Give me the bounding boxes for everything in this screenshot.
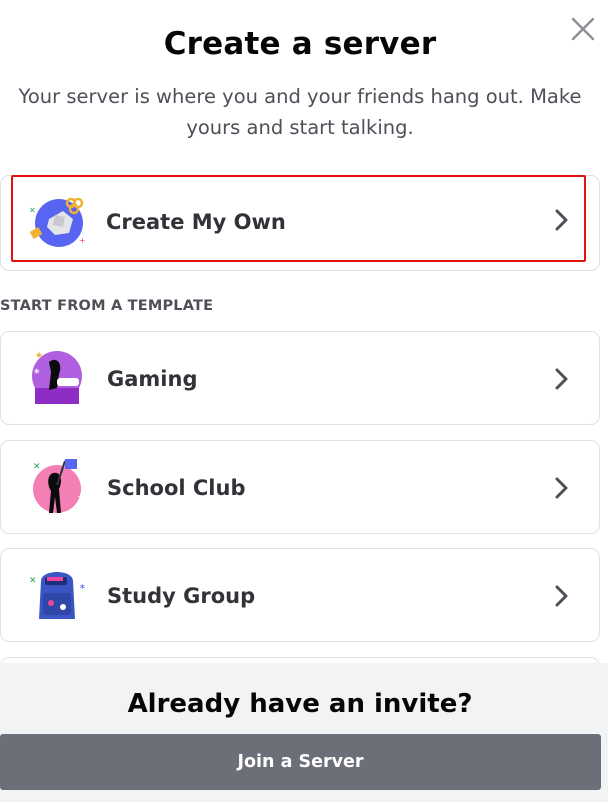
create-own-label: Create My Own	[106, 210, 286, 234]
svg-text:+: +	[79, 236, 86, 245]
template-option-school-club[interactable]: ✕ + School Club	[0, 440, 600, 534]
template-label-gaming: Gaming	[107, 367, 198, 391]
chevron-right-icon	[555, 585, 568, 607]
chevron-right-icon	[555, 477, 568, 499]
template-label-study-group: Study Group	[107, 584, 256, 608]
svg-text:∗: ∗	[79, 582, 86, 591]
svg-text:✕: ✕	[29, 576, 37, 586]
create-own-option[interactable]: ✕ + Create My Own	[11, 175, 586, 262]
svg-text:✕: ✕	[33, 462, 41, 472]
modal-subtitle: Your server is where you and your friend…	[18, 85, 582, 139]
school-club-icon: ✕ +	[33, 459, 84, 513]
svg-text:✕: ✕	[29, 206, 36, 215]
svg-text:∗: ∗	[33, 367, 41, 377]
svg-text:+: +	[77, 492, 84, 501]
template-option-gaming[interactable]: ∗ ★ Gaming	[0, 331, 600, 425]
invite-footer: Already have an invite? Join a Server	[0, 663, 608, 802]
template-option-study-group[interactable]: ✕ ∗ Study Group	[0, 548, 600, 642]
chevron-right-icon	[555, 209, 568, 231]
create-own-icon: ✕ +	[29, 197, 86, 247]
template-label-school-club: School Club	[107, 476, 246, 500]
create-server-modal: Create a server Your server is where you…	[0, 0, 608, 802]
svg-text:★: ★	[35, 351, 43, 361]
invite-title: Already have an invite?	[127, 689, 473, 719]
study-group-icon: ✕ ∗	[29, 572, 86, 619]
modal-title: Create a server	[163, 26, 437, 62]
chevron-right-icon	[555, 368, 568, 390]
gaming-icon: ∗ ★	[32, 351, 82, 404]
join-server-button[interactable]: Join a Server	[0, 734, 601, 790]
template-section-header: START FROM A TEMPLATE	[0, 298, 214, 314]
